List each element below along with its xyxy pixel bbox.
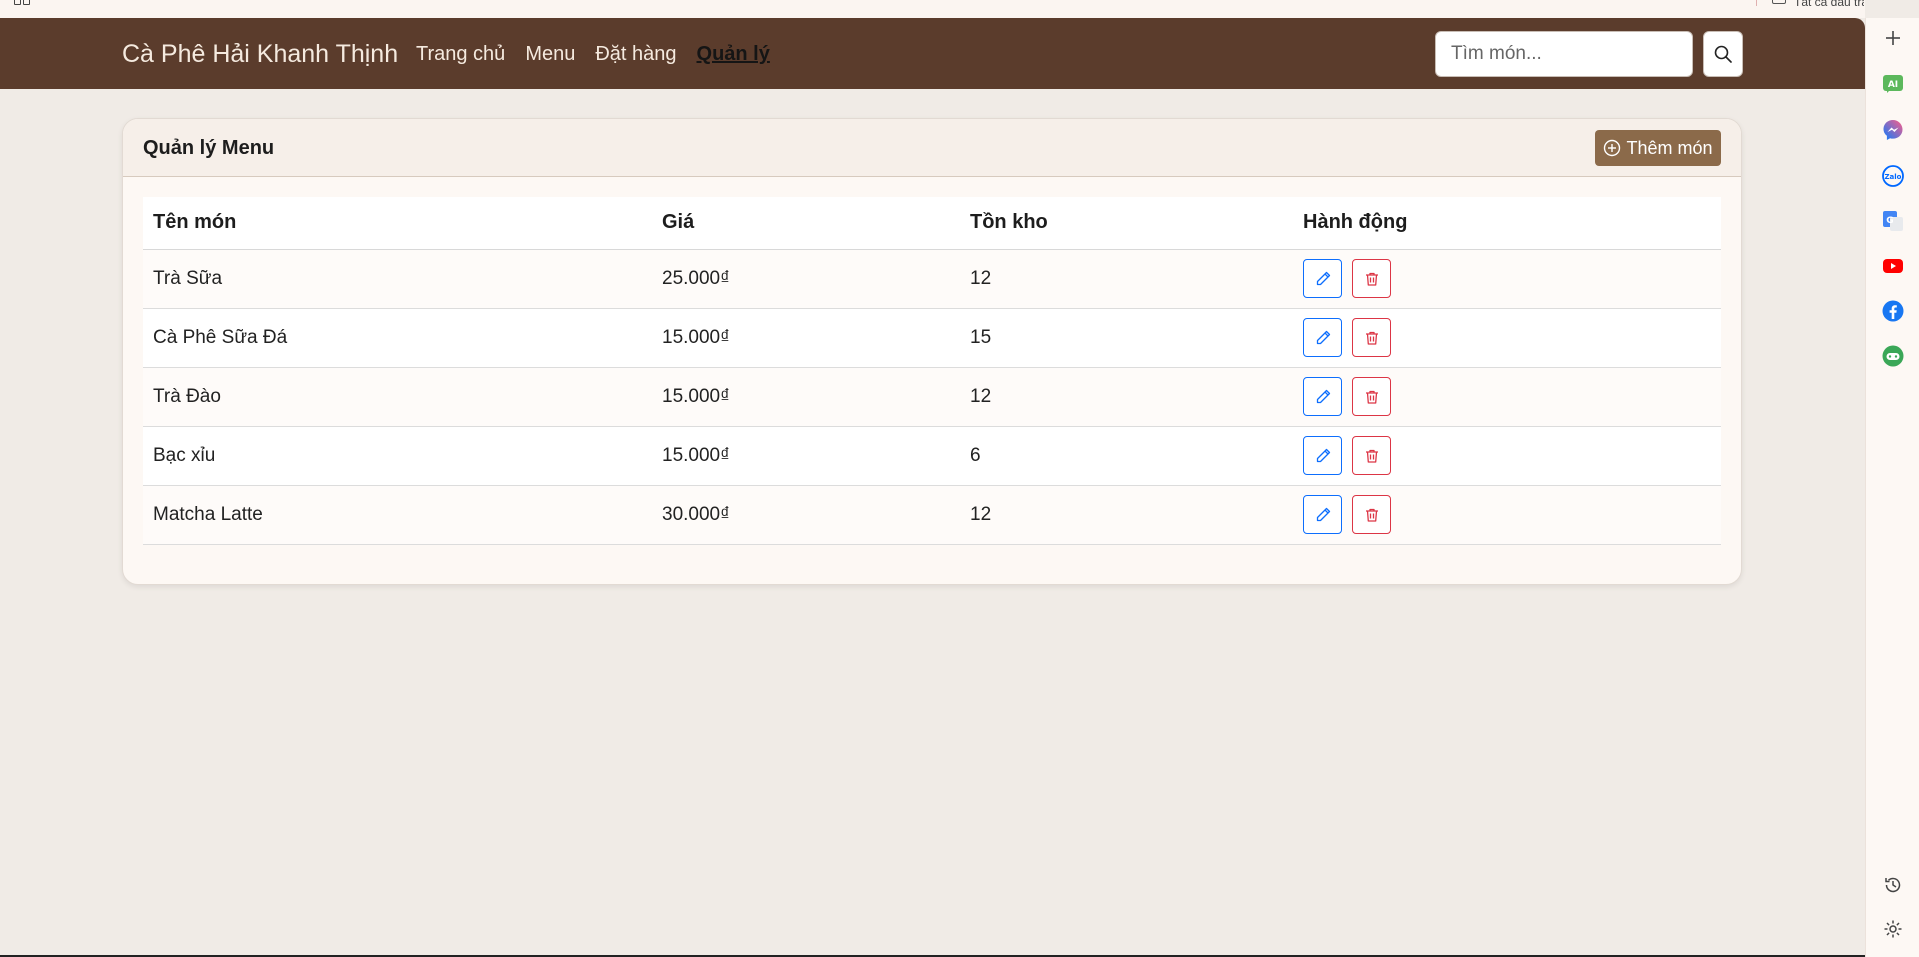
plus-icon[interactable] <box>1881 26 1905 50</box>
settings-icon[interactable] <box>1881 917 1905 941</box>
browser-bookmark-bar: Tất cả dấu trang <box>0 0 1865 18</box>
card-header: Quản lý Menu Thêm món <box>123 119 1741 177</box>
svg-text:G: G <box>1886 216 1893 226</box>
nav-link-menu[interactable]: Menu <box>525 43 575 66</box>
item-stock: 6 <box>960 426 1293 486</box>
trash-icon <box>1365 331 1378 345</box>
header-stock: Tồn kho <box>960 197 1293 250</box>
zalo-icon[interactable]: Zalo <box>1881 164 1905 188</box>
svg-text:Zalo: Zalo <box>1884 173 1901 181</box>
game-icon[interactable] <box>1881 344 1905 368</box>
delete-button[interactable] <box>1352 318 1391 357</box>
table-row: Trà Đào 15.000₫ 12 <box>143 367 1721 427</box>
edit-button[interactable] <box>1303 377 1342 416</box>
table-row: Cà Phê Sữa Đá 15.000₫ 15 <box>143 308 1721 368</box>
item-stock: 12 <box>960 485 1293 545</box>
menu-table-wrapper: Tên món Giá Tồn kho Hành động Trà Sữa 25… <box>143 197 1721 545</box>
item-name: Matcha Latte <box>143 485 652 545</box>
edit-button[interactable] <box>1303 259 1342 298</box>
item-stock: 12 <box>960 367 1293 427</box>
header-actions: Hành động <box>1293 197 1721 250</box>
browser-sidebar <box>1865 18 1919 957</box>
item-stock: 12 <box>960 249 1293 309</box>
table-row: Bạc xỉu 15.000₫ 6 <box>143 426 1721 486</box>
item-price: 15.000₫ <box>652 426 960 486</box>
pencil-icon <box>1316 271 1330 285</box>
search-icon <box>1714 45 1732 63</box>
pencil-icon <box>1316 330 1330 344</box>
item-price: 15.000₫ <box>652 308 960 368</box>
trash-icon <box>1365 272 1378 286</box>
item-price: 30.000₫ <box>652 485 960 545</box>
header-price: Giá <box>652 197 960 250</box>
delete-button[interactable] <box>1352 377 1391 416</box>
search-input[interactable] <box>1435 31 1693 77</box>
add-item-label: Thêm món <box>1626 137 1713 158</box>
pencil-icon <box>1316 389 1330 403</box>
svg-text:AI: AI <box>1888 80 1898 90</box>
facebook-icon[interactable] <box>1881 299 1905 323</box>
pencil-icon <box>1316 507 1330 521</box>
item-price: 25.000₫ <box>652 249 960 309</box>
brand-title[interactable]: Cà Phê Hải Khanh Thịnh <box>122 40 398 69</box>
row-actions <box>1303 318 1721 357</box>
menu-management-card: Quản lý Menu Thêm món Tên món Giá Tồn kh… <box>122 118 1742 585</box>
all-bookmarks-link[interactable]: Tất cả dấu trang <box>1794 0 1864 9</box>
row-actions <box>1303 436 1721 475</box>
menu-table: Tên món Giá Tồn kho Hành động Trà Sữa 25… <box>143 197 1721 545</box>
nav-links: Trang chủ Menu Đặt hàng Quản lý <box>416 43 770 66</box>
delete-button[interactable] <box>1352 495 1391 534</box>
search-button[interactable] <box>1703 31 1743 77</box>
pencil-icon <box>1316 448 1330 462</box>
header-name: Tên món <box>143 197 652 250</box>
item-stock: 15 <box>960 308 1293 368</box>
ai-icon[interactable]: AI <box>1881 72 1905 96</box>
item-name: Trà Đào <box>143 367 652 427</box>
edit-button[interactable] <box>1303 436 1342 475</box>
translate-icon[interactable]: G <box>1881 209 1905 233</box>
trash-icon <box>1365 390 1378 404</box>
bookmark-folder-icon[interactable] <box>1772 0 1786 4</box>
youtube-icon[interactable] <box>1881 254 1905 278</box>
card-title: Quản lý Menu <box>143 137 275 159</box>
item-name: Trà Sữa <box>143 249 652 309</box>
nav-link-manage[interactable]: Quản lý <box>697 43 770 66</box>
trash-icon <box>1365 449 1378 463</box>
item-name: Bạc xỉu <box>143 426 652 486</box>
plus-circle-icon <box>1604 139 1621 157</box>
add-item-button[interactable]: Thêm món <box>1595 130 1721 166</box>
bookmark-separator <box>1756 0 1757 6</box>
history-icon[interactable] <box>1881 873 1905 897</box>
navbar: Cà Phê Hải Khanh Thịnh Trang chủ Menu Đặ… <box>0 18 1865 89</box>
row-actions <box>1303 377 1721 416</box>
trash-icon <box>1365 508 1378 522</box>
table-row: Trà Sữa 25.000₫ 12 <box>143 249 1721 309</box>
item-price: 15.000₫ <box>652 367 960 427</box>
apps-grid-icon[interactable] <box>14 0 32 8</box>
row-actions <box>1303 495 1721 534</box>
delete-button[interactable] <box>1352 436 1391 475</box>
edit-button[interactable] <box>1303 495 1342 534</box>
delete-button[interactable] <box>1352 259 1391 298</box>
item-name: Cà Phê Sữa Đá <box>143 308 652 368</box>
nav-link-order[interactable]: Đặt hàng <box>595 43 676 66</box>
messenger-icon[interactable] <box>1881 118 1905 142</box>
row-actions <box>1303 259 1721 298</box>
table-row: Matcha Latte 30.000₫ 12 <box>143 485 1721 545</box>
edit-button[interactable] <box>1303 318 1342 357</box>
nav-link-home[interactable]: Trang chủ <box>416 43 505 66</box>
table-header-row: Tên món Giá Tồn kho Hành động <box>143 197 1721 250</box>
